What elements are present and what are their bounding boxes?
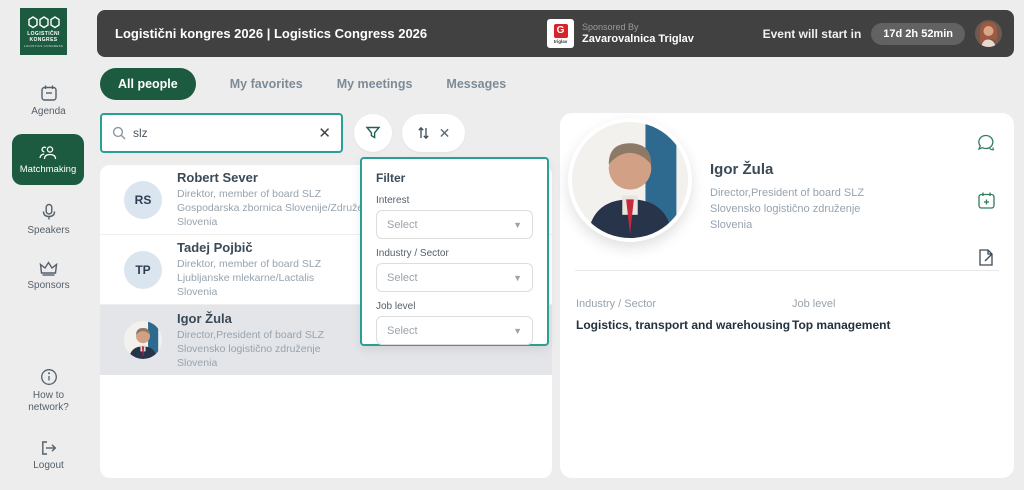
funnel-icon (365, 125, 381, 141)
countdown-label: Event will start in (763, 27, 862, 41)
sidebar-item-label: Speakers (27, 225, 69, 237)
sidebar-item-label: How to network? (28, 390, 69, 414)
search-box: ✕ (100, 113, 343, 153)
event-title: Logistični kongres 2026 | Logistics Cong… (115, 26, 427, 41)
job-level-label: Job level (792, 298, 890, 310)
profile-photo (568, 118, 692, 242)
chevron-down-icon: ▼ (513, 273, 522, 283)
calendar-icon (40, 84, 58, 102)
calendar-add-icon[interactable] (977, 191, 996, 215)
profile-detail-panel: Igor Žula Director,President of board SL… (560, 113, 1014, 478)
person-country: Slovenia (177, 356, 324, 370)
filter-label-job-level: Job level (376, 301, 533, 312)
congress-logo: LOGISTIČNI KONGRES LOGISTICS CONGRESS (20, 8, 67, 55)
tab-all-people[interactable]: All people (100, 68, 196, 100)
profile-role: Director,President of board SLZ (710, 185, 864, 201)
profile-divider (575, 270, 999, 271)
people-tabs: All people My favorites My meetings Mess… (100, 68, 506, 100)
sidebar-item-label: Sponsors (27, 280, 69, 292)
industry-select[interactable]: Select ▼ (376, 263, 533, 292)
info-icon (40, 368, 58, 386)
logo-line2: KONGRES (29, 37, 57, 43)
filter-popup: Filter Interest Select ▼ Industry / Sect… (360, 157, 549, 346)
person-role: Direktor, member of board SLZ (177, 257, 321, 271)
sidebar-item-speakers[interactable]: Speakers (0, 203, 97, 237)
clear-sort-icon[interactable]: ✕ (439, 125, 451, 142)
sidebar-item-logout[interactable]: Logout (0, 440, 97, 472)
industry-label: Industry / Sector (576, 298, 790, 310)
search-icon (112, 126, 126, 140)
triglav-logo: G triglav (547, 19, 574, 48)
sponsor-name: Zavarovalnica Triglav (582, 33, 694, 45)
person-role: Director,President of board SLZ (177, 328, 324, 342)
clear-search-icon[interactable]: ✕ (318, 126, 331, 141)
chat-icon[interactable] (976, 133, 996, 158)
sponsored-by-label: Sponsored By (582, 22, 694, 32)
filter-label-interest: Interest (376, 195, 533, 206)
hexagons-icon (27, 16, 61, 29)
profile-summary: Director,President of board SLZ Slovensk… (710, 185, 864, 233)
logout-icon (40, 440, 57, 456)
person-name: Igor Žula (177, 311, 324, 326)
chevron-down-icon: ▼ (513, 220, 522, 230)
user-avatar[interactable] (975, 20, 1002, 47)
tab-my-meetings[interactable]: My meetings (337, 77, 413, 91)
chevron-down-icon: ▼ (513, 326, 522, 336)
sidebar-item-label: Matchmaking (20, 164, 77, 175)
person-company: Slovensko logistično združenje (177, 342, 324, 356)
sidebar-item-matchmaking[interactable]: Matchmaking (12, 134, 84, 185)
triglav-mark: G (554, 24, 568, 38)
sidebar-item-how-to-network[interactable]: How to network? (0, 368, 97, 414)
tab-messages[interactable]: Messages (446, 77, 506, 91)
profile-company: Slovensko logistično združenje (710, 201, 864, 217)
filter-label-industry: Industry / Sector (376, 248, 533, 259)
avatar-photo (124, 321, 162, 359)
sidebar-item-label: Agenda (31, 106, 65, 118)
people-icon (38, 145, 58, 161)
job-level-select[interactable]: Select ▼ (376, 316, 533, 345)
microphone-icon (41, 203, 57, 221)
sponsor-block: G triglav Sponsored By Zavarovalnica Tri… (547, 10, 694, 57)
logo-line3: LOGISTICS CONGRESS (24, 44, 63, 48)
header-bar: Logistični kongres 2026 | Logistics Cong… (97, 10, 1014, 57)
sidebar-item-agenda[interactable]: Agenda (0, 84, 97, 118)
countdown-badge: 17d 2h 52min (871, 23, 965, 45)
avatar-initials: TP (124, 251, 162, 289)
sidebar-item-label: Logout (33, 460, 64, 472)
filter-title: Filter (376, 171, 533, 185)
search-input[interactable] (133, 126, 318, 140)
filter-button[interactable] (354, 114, 392, 152)
sort-button[interactable]: ✕ (402, 114, 465, 152)
person-country: Slovenia (177, 285, 321, 299)
profile-name: Igor Žula (710, 161, 773, 178)
sort-arrows-icon (417, 126, 430, 140)
avatar-initials: RS (124, 181, 162, 219)
job-level-value: Top management (792, 318, 890, 332)
industry-value: Logistics, transport and warehousing (576, 318, 790, 332)
sidebar-item-sponsors[interactable]: Sponsors (0, 260, 97, 292)
profile-country: Slovenia (710, 217, 864, 233)
person-name: Tadej Pojbič (177, 240, 321, 255)
tab-my-favorites[interactable]: My favorites (230, 77, 303, 91)
note-edit-icon[interactable] (977, 248, 996, 272)
interest-select[interactable]: Select ▼ (376, 210, 533, 239)
crown-icon (39, 260, 58, 276)
person-company: Ljubljanske mlekarne/Lactalis (177, 271, 321, 285)
triglav-word: triglav (554, 39, 568, 44)
